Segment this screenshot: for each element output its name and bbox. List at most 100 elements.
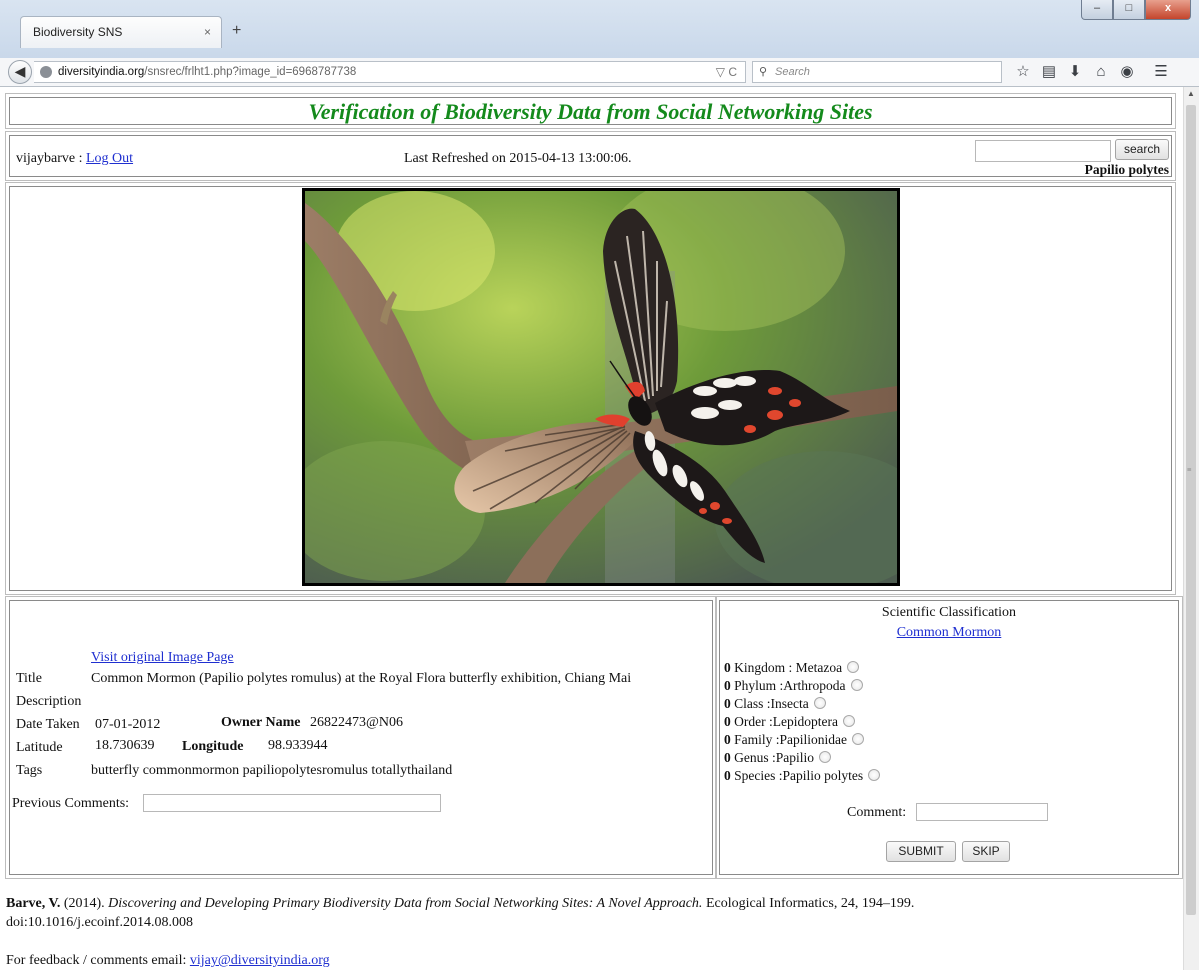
scroll-up-icon[interactable]: ▲ [1187, 89, 1195, 98]
citation: Barve, V. (2014). Discovering and Develo… [6, 894, 1156, 932]
rank-row: 0 Genus :Papilio [724, 750, 831, 766]
scroll-thumb[interactable] [1186, 105, 1196, 915]
page-content: Verification of Biodiversity Data from S… [0, 87, 1183, 970]
description-label: Description [16, 694, 82, 709]
rank-label: Class :Insecta [734, 696, 809, 711]
previous-comments-input[interactable] [143, 794, 441, 812]
tab-close-icon[interactable]: × [204, 25, 211, 39]
rank-label: Order :Lepidoptera [734, 714, 838, 729]
url-host: diversityindia.org [58, 66, 145, 78]
back-arrow-icon: ◀ [14, 65, 26, 80]
username: vijaybarve : [16, 151, 83, 166]
reload-icon[interactable]: ▽ C [716, 62, 737, 82]
bookmark-star-icon[interactable]: ☆ [1010, 62, 1036, 82]
logout-link[interactable]: Log Out [86, 151, 133, 166]
date-taken-value: 07-01-2012 [95, 717, 161, 732]
classification-panel: Scientific Classification Common Mormon … [719, 600, 1179, 875]
rank-count: 0 [724, 660, 731, 675]
rank-row: 0 Order :Lepidoptera [724, 714, 855, 730]
rank-radio[interactable] [868, 769, 881, 781]
butterfly-image [305, 191, 897, 583]
new-tab-button[interactable]: + [232, 22, 241, 40]
search-icon: ⚲ [759, 66, 768, 78]
url-path: /snsrec/frlht1.php?image_id=6968787738 [144, 66, 357, 78]
window-controls: – □ x [1081, 0, 1191, 20]
minimize-button[interactable]: – [1081, 0, 1113, 20]
date-taken-label: Date Taken [16, 717, 80, 732]
rank-count: 0 [724, 750, 731, 765]
rank-count: 0 [724, 714, 731, 729]
citation-author: Barve, V. [6, 896, 61, 911]
latitude-value: 18.730639 [95, 738, 155, 753]
rank-count: 0 [724, 696, 731, 711]
page-scrollbar[interactable]: ▲ ≡ [1183, 87, 1199, 970]
comment-label: Comment: [847, 805, 907, 820]
status-cell: vijaybarve : Log Out Last Refreshed on 2… [9, 135, 1172, 177]
status-frame: vijaybarve : Log Out Last Refreshed on 2… [5, 131, 1176, 181]
home-icon[interactable]: ⌂ [1088, 62, 1114, 82]
submit-button[interactable]: SUBMIT [886, 841, 956, 862]
owner-name-label: Owner Name [221, 715, 301, 730]
rank-label: Genus :Papilio [734, 750, 814, 765]
browser-titlebar: Biodiversity SNS × + – □ x [0, 0, 1199, 58]
current-species: Papilio polytes [1084, 162, 1169, 177]
last-refreshed: Last Refreshed on 2015-04-13 13:00:06. [404, 151, 632, 166]
title-value: Common Mormon (Papilio polytes romulus) … [91, 671, 632, 686]
rank-row: 0 Family :Papilionidae [724, 732, 864, 748]
browser-search-input[interactable]: ⚲ Search [752, 61, 1002, 83]
close-window-button[interactable]: x [1145, 0, 1191, 20]
previous-comments-label: Previous Comments: [12, 796, 130, 811]
menu-icon[interactable]: ☰ [1148, 62, 1174, 82]
rank-row: 0 Phylum :Arthropoda [724, 678, 863, 694]
rank-label: Family :Papilionidae [734, 732, 847, 747]
search-button[interactable]: search [1114, 139, 1169, 160]
browser-navbar: ◀ diversityindia.org/snsrec/frlht1.php?i… [0, 58, 1199, 87]
rank-row: 0 Species :Papilio polytes [724, 768, 881, 784]
back-button[interactable]: ◀ [8, 60, 32, 84]
comment-input[interactable] [916, 803, 1048, 821]
page-title: Verification of Biodiversity Data from S… [308, 99, 873, 124]
title-frame: Verification of Biodiversity Data from S… [5, 93, 1176, 129]
citation-doi: doi:10.1016/j.ecoinf.2014.08.008 [6, 915, 194, 930]
maximize-button[interactable]: □ [1113, 0, 1145, 20]
rank-radio[interactable] [850, 679, 863, 691]
title-label: Title [16, 671, 42, 686]
common-name-link[interactable]: Common Mormon [897, 625, 1002, 640]
chat-icon[interactable]: ◉ [1114, 62, 1140, 82]
latitude-label: Latitude [16, 740, 63, 755]
rank-label: Species :Papilio polytes [734, 768, 864, 783]
skip-button[interactable]: SKIP [962, 841, 1010, 862]
visit-original-link[interactable]: Visit original Image Page [91, 650, 234, 666]
rank-row: 0 Class :Insecta [724, 696, 826, 712]
feedback-label: For feedback / comments email: [6, 953, 190, 968]
address-bar[interactable]: diversityindia.org/snsrec/frlht1.php?ima… [34, 61, 746, 83]
rank-count: 0 [724, 732, 731, 747]
rank-radio[interactable] [813, 697, 826, 709]
rank-label: Phylum :Arthropoda [734, 678, 846, 693]
download-icon[interactable]: ⬇ [1062, 62, 1088, 82]
feedback-line: For feedback / comments email: vijay@div… [6, 953, 330, 969]
search-placeholder: Search [775, 66, 810, 78]
rank-radio[interactable] [842, 715, 855, 727]
owner-name-value: 26822473@N06 [310, 715, 404, 730]
details-frame: Visit original Image Page Title Common M… [5, 596, 717, 879]
browser-tab[interactable]: Biodiversity SNS × [20, 16, 222, 48]
rank-row: 0 Kingdom : Metazoa [724, 660, 860, 676]
citation-journal: Ecological Informatics, 24, 194–199. [702, 896, 915, 911]
rank-radio[interactable] [852, 733, 864, 745]
rank-radio[interactable] [847, 661, 860, 673]
butterfly-photo [302, 188, 900, 586]
rank-radio[interactable] [819, 751, 831, 763]
rank-count: 0 [724, 678, 731, 693]
details-panel: Visit original Image Page Title Common M… [9, 600, 713, 875]
reading-list-icon[interactable]: ▤ [1036, 62, 1062, 82]
browser-toolbar: ☆ ▤ ⬇ ⌂ ◉ ☰ [1010, 62, 1174, 82]
citation-year: (2014). [60, 896, 109, 911]
longitude-value: 98.933944 [268, 738, 328, 753]
classification-heading: Scientific Classification [881, 605, 1017, 620]
feedback-email-link[interactable]: vijay@diversityindia.org [190, 953, 330, 968]
scroll-grip-icon: ≡ [1187, 465, 1192, 474]
longitude-label: Longitude [182, 739, 244, 754]
species-search-input[interactable] [975, 140, 1111, 162]
tab-title: Biodiversity SNS [33, 25, 123, 39]
